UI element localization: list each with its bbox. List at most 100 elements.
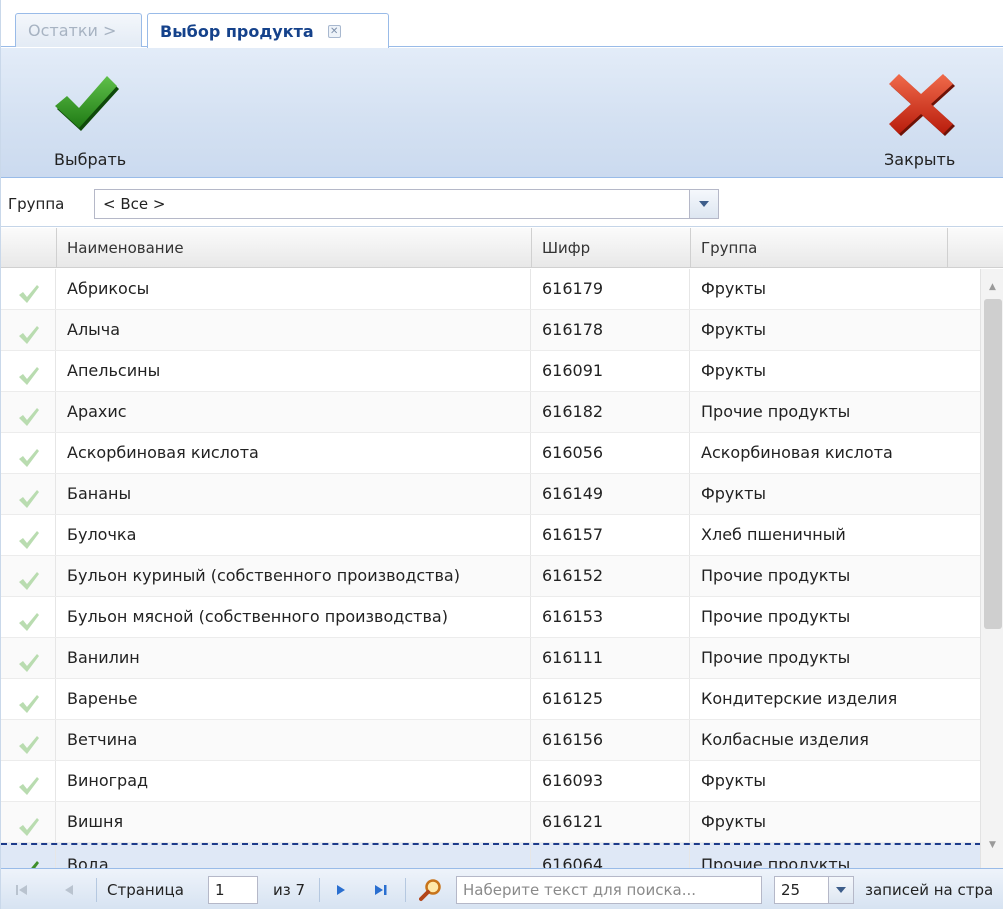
row-check-cell[interactable]: [1, 802, 56, 842]
main-toolbar: Выбрать Закрыть: [1, 48, 1003, 178]
table-row[interactable]: Арахис 616182 Прочие продукты: [1, 392, 981, 433]
cell-group: Прочие продукты: [701, 855, 851, 868]
scrollbar-thumb[interactable]: [984, 299, 1002, 629]
row-check-icon: [18, 320, 40, 350]
vertical-scrollbar[interactable]: ▲ ▼: [980, 269, 1003, 868]
row-check-cell[interactable]: [1, 720, 56, 760]
last-page-icon[interactable]: [373, 869, 389, 910]
tab-remains[interactable]: Остатки >: [15, 13, 142, 47]
row-check-cell[interactable]: [1, 433, 56, 473]
tab-strip: Остатки > Выбор продукта ✕: [1, 0, 1003, 48]
row-check-icon: [18, 812, 40, 842]
header-group[interactable]: Группа: [691, 228, 948, 268]
page-label: Страница: [107, 880, 184, 899]
cell-code: 616182: [532, 392, 690, 432]
tab-product-select-label: Выбор продукта: [160, 21, 314, 41]
page-total-label: из 7: [273, 880, 306, 899]
row-check-cell[interactable]: [1, 597, 56, 637]
header-filler: [948, 228, 1003, 268]
cell-group: Прочие продукты: [701, 648, 851, 667]
pager-separator: [96, 878, 97, 902]
group-filter-label: Группа: [8, 195, 65, 213]
row-check-cell[interactable]: [1, 474, 56, 514]
row-check-cell[interactable]: [1, 679, 56, 719]
row-check-cell[interactable]: [1, 556, 56, 596]
pager-separator: [405, 878, 406, 902]
grid-body: Абрикосы 616179 Фрукты Алыча 616178 Фрукты Апе…: [1, 269, 981, 868]
page-size-field[interactable]: 25: [774, 876, 829, 904]
group-combobox[interactable]: < Все >: [94, 189, 719, 219]
row-check-icon: [18, 607, 40, 637]
row-check-icon: [18, 361, 40, 391]
row-check-cell[interactable]: [1, 269, 56, 309]
table-row[interactable]: Виноград 616093 Фрукты: [1, 761, 981, 802]
row-check-icon: [18, 855, 40, 868]
paging-toolbar: Страница 1 из 7 Наберите текст для поиск…: [1, 868, 1003, 909]
chevron-down-icon[interactable]: [828, 876, 854, 904]
table-row[interactable]: Алыча 616178 Фрукты: [1, 310, 981, 351]
table-row[interactable]: Бананы 616149 Фрукты: [1, 474, 981, 515]
cell-name: Бульон куриный (собственного производств…: [57, 556, 531, 596]
row-check-cell[interactable]: [1, 392, 56, 432]
cell-group: Прочие продукты: [701, 566, 851, 585]
page-number-input[interactable]: 1: [208, 876, 258, 904]
prev-page-icon[interactable]: [63, 869, 75, 910]
search-icon[interactable]: [419, 869, 443, 910]
select-button[interactable]: Выбрать: [41, 48, 141, 178]
row-check-cell[interactable]: [1, 638, 56, 678]
row-check-icon: [18, 443, 40, 473]
chevron-down-icon[interactable]: [689, 190, 718, 218]
cell-code: 616156: [532, 720, 690, 760]
cell-code: 616152: [532, 556, 690, 596]
table-row[interactable]: Абрикосы 616179 Фрукты: [1, 269, 981, 310]
cell-code: 616179: [532, 269, 690, 309]
row-check-cell[interactable]: [1, 515, 56, 555]
table-row[interactable]: Булочка 616157 Хлеб пшеничный: [1, 515, 981, 556]
cell-group: Фрукты: [701, 771, 767, 790]
row-check-icon: [18, 484, 40, 514]
scroll-up-icon[interactable]: ▲: [981, 277, 1003, 297]
cell-name: Аскорбиновая кислота: [57, 433, 531, 473]
header-code[interactable]: Шифр: [532, 228, 691, 268]
search-input[interactable]: Наберите текст для поиска...: [456, 876, 762, 904]
cell-name: Абрикосы: [57, 269, 531, 309]
per-page-label: записей на стра: [865, 880, 994, 899]
row-check-cell[interactable]: [1, 351, 56, 391]
close-button-label: Закрыть: [884, 150, 956, 169]
cell-code: 616111: [532, 638, 690, 678]
cell-group: Фрукты: [701, 812, 767, 831]
row-check-cell[interactable]: [1, 761, 56, 801]
table-row[interactable]: Вода 616064 Прочие продукты: [1, 843, 981, 868]
table-row[interactable]: Бульон куриный (собственного производств…: [1, 556, 981, 597]
cell-name: Арахис: [57, 392, 531, 432]
table-row[interactable]: Варенье 616125 Кондитерские изделия: [1, 679, 981, 720]
cell-group: Фрукты: [701, 484, 767, 503]
close-button[interactable]: Закрыть: [871, 48, 981, 178]
table-row[interactable]: Аскорбиновая кислота 616056 Аскорбиновая к…: [1, 433, 981, 474]
tab-close-icon[interactable]: ✕: [327, 24, 341, 38]
tab-product-select[interactable]: Выбор продукта ✕: [147, 13, 389, 48]
cell-code: 616153: [532, 597, 690, 637]
row-check-icon: [18, 402, 40, 432]
products-grid: Наименование Шифр Группа Абрикосы 616179 Ф…: [1, 228, 1003, 868]
cell-name: Бульон мясной (собственного производства…: [57, 597, 531, 637]
scroll-down-icon[interactable]: ▼: [981, 835, 1003, 855]
table-row[interactable]: Вишня 616121 Фрукты: [1, 802, 981, 843]
row-check-cell[interactable]: [1, 310, 56, 350]
row-check-icon: [18, 525, 40, 555]
first-page-icon[interactable]: [15, 869, 29, 910]
table-row[interactable]: Бульон мясной (собственного производства…: [1, 597, 981, 638]
cell-group: Хлеб пшеничный: [701, 525, 846, 544]
pager-separator: [319, 878, 320, 902]
cell-code: 616125: [532, 679, 690, 719]
grid-header: Наименование Шифр Группа: [1, 228, 1003, 268]
next-page-icon[interactable]: [335, 869, 347, 910]
cell-group: Прочие продукты: [701, 402, 851, 421]
header-name[interactable]: Наименование: [57, 228, 532, 268]
table-row[interactable]: Апельсины 616091 Фрукты: [1, 351, 981, 392]
table-row[interactable]: Ветчина 616156 Колбасные изделия: [1, 720, 981, 761]
row-check-icon: [18, 648, 40, 678]
row-check-cell[interactable]: [1, 845, 56, 868]
close-x-icon: [889, 72, 955, 140]
table-row[interactable]: Ванилин 616111 Прочие продукты: [1, 638, 981, 679]
